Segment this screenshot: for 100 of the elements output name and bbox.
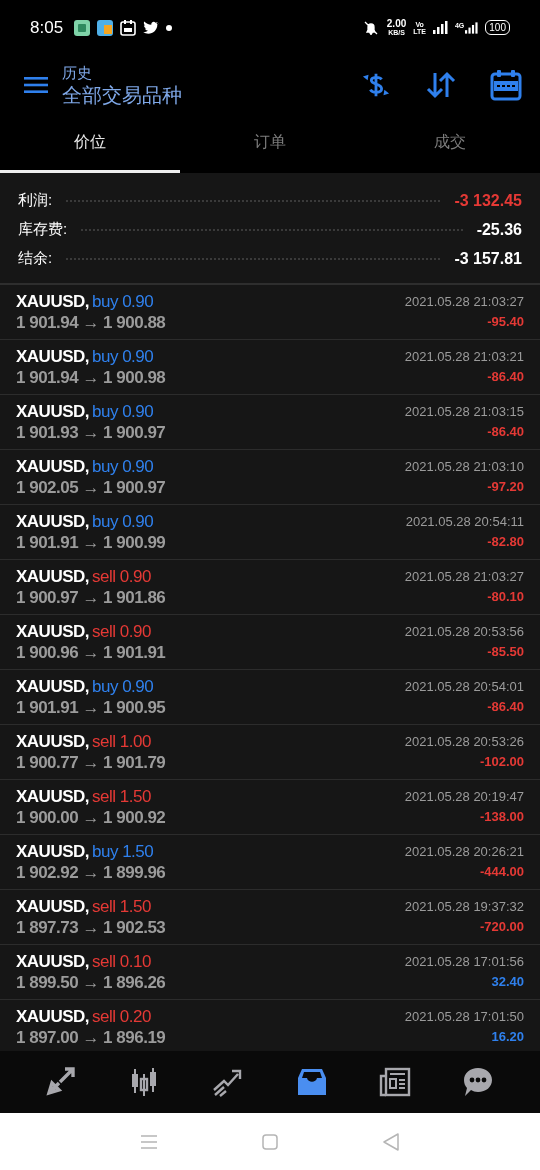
trade-profit: -86.40 (487, 368, 524, 386)
price-change: 1 900.97 → 1 901.86 (16, 587, 166, 608)
trade-row[interactable]: XAUUSD, sell 0.90 1 900.97 → 1 901.86 2021.05.28 21:03:27 -80.10 (0, 560, 540, 615)
inbox-icon[interactable] (295, 1066, 328, 1098)
price-change: 1 897.73 → 1 902.53 (16, 917, 166, 938)
trade-side: sell 0.90 (92, 621, 151, 642)
symbol-label: XAUUSD, (16, 951, 89, 972)
symbol-label: XAUUSD, (16, 731, 89, 752)
trade-profit: -85.50 (487, 643, 524, 661)
arrows-icon[interactable] (45, 1066, 78, 1098)
price-change: 1 900.77 → 1 901.79 (16, 752, 166, 773)
trade-side: buy 0.90 (92, 346, 154, 367)
trade-side: sell 0.90 (92, 566, 151, 587)
trade-row[interactable]: XAUUSD, buy 0.90 1 902.05 → 1 900.97 2021.05.28 21:03:10 -97.20 (0, 450, 540, 505)
tab[interactable]: 成交 (360, 115, 540, 173)
symbol-label: XAUUSD, (16, 896, 89, 917)
trade-profit: -138.00 (479, 808, 524, 826)
trade-side: buy 0.90 (92, 291, 154, 312)
battery-level: 100 (485, 20, 510, 35)
trade-profit: -102.00 (479, 753, 524, 771)
price-change: 1 901.91 → 1 900.99 (16, 532, 166, 553)
trade-time: 2021.05.28 19:37:32 (404, 898, 524, 916)
symbol-label: XAUUSD, (16, 786, 89, 807)
network-speed: 2.00 (386, 19, 407, 29)
trade-profit: -86.40 (487, 423, 524, 441)
trade-profit: -444.00 (479, 863, 524, 881)
chat-bubble-icon[interactable] (462, 1066, 495, 1098)
app-icon (74, 19, 91, 36)
symbol-label: XAUUSD, (16, 566, 89, 587)
summary-label: 结余: (18, 249, 53, 268)
trade-time: 2021.05.28 20:19:47 (404, 788, 524, 806)
price-change: 1 899.50 → 1 896.26 (16, 972, 166, 993)
header-title[interactable]: 全部交易品种 (62, 81, 360, 108)
price-change: 1 897.00 → 1 896.19 (16, 1027, 166, 1048)
trade-row[interactable]: XAUUSD, sell 1.50 1 900.00 → 1 900.92 2021.05.28 20:19:47 -138.00 (0, 780, 540, 835)
trade-time: 2021.05.28 21:03:10 (404, 458, 524, 476)
trade-side: buy 1.50 (92, 841, 154, 862)
trade-row[interactable]: XAUUSD, buy 0.90 1 901.94 → 1 900.98 2021.05.28 21:03:21 -86.40 (0, 340, 540, 395)
trade-side: buy 0.90 (92, 511, 154, 532)
summary-value: -3 157.81 (454, 249, 522, 268)
symbol-label: XAUUSD, (16, 401, 89, 422)
symbol-label: XAUUSD, (16, 676, 89, 697)
app-icon (97, 19, 114, 36)
trade-profit: -86.40 (487, 698, 524, 716)
trade-time: 2021.05.28 17:01:50 (404, 1008, 524, 1026)
trade-profit: -97.20 (487, 478, 524, 496)
price-change: 1 901.91 → 1 900.95 (16, 697, 166, 718)
trade-profit: -82.80 (487, 533, 524, 551)
trade-time: 2021.05.28 21:03:21 (404, 348, 524, 366)
trade-side: sell 1.50 (92, 896, 151, 917)
trade-side: sell 0.10 (92, 951, 151, 972)
trade-time: 2021.05.28 20:54:01 (404, 678, 524, 696)
summary-value: -3 132.45 (454, 191, 522, 210)
bird-icon (143, 20, 160, 35)
price-change: 1 902.05 → 1 900.97 (16, 477, 166, 498)
trade-profit: -95.40 (487, 313, 524, 331)
trade-row[interactable]: XAUUSD, buy 0.90 1 901.93 → 1 900.97 2021.05.28 21:03:15 -86.40 (0, 395, 540, 450)
symbol-label: XAUUSD, (16, 456, 89, 477)
trade-time: 2021.05.28 20:53:56 (404, 623, 524, 641)
trade-time: 2021.05.28 20:26:21 (404, 843, 524, 861)
menu-icon[interactable] (24, 76, 48, 94)
summary-label: 库存费: (18, 220, 68, 239)
summary-label: 利润: (18, 191, 53, 210)
summary-value: -25.36 (476, 220, 522, 239)
trade-side: sell 1.00 (92, 731, 151, 752)
trade-profit: 32.40 (491, 973, 524, 991)
trade-time: 2021.05.28 21:03:27 (404, 293, 524, 311)
symbol-label: XAUUSD, (16, 291, 89, 312)
calendar-icon[interactable] (490, 69, 522, 101)
trade-side: sell 0.20 (92, 1006, 151, 1027)
symbol-label: XAUUSD, (16, 346, 89, 367)
trade-row[interactable]: XAUUSD, sell 0.90 1 900.96 → 1 901.91 2021.05.28 20:53:56 -85.50 (0, 615, 540, 670)
trade-time: 2021.05.28 21:03:27 (404, 568, 524, 586)
clock-time: 8:05 (30, 17, 64, 38)
tab[interactable]: 订单 (180, 115, 360, 173)
price-change: 1 901.94 → 1 900.98 (16, 367, 166, 388)
symbol-label: XAUUSD, (16, 511, 89, 532)
sort-arrows-icon[interactable] (426, 71, 456, 99)
trade-time: 2021.05.28 17:01:56 (404, 953, 524, 971)
trade-side: buy 0.90 (92, 401, 154, 422)
trade-row[interactable]: XAUUSD, buy 0.90 1 901.91 → 1 900.95 2021.05.28 20:54:01 -86.40 (0, 670, 540, 725)
trade-row[interactable]: XAUUSD, buy 0.90 1 901.91 → 1 900.99 2021.05.28 20:54:11 -82.80 (0, 505, 540, 560)
trade-time: 2021.05.28 20:53:26 (404, 733, 524, 751)
symbol-label: XAUUSD, (16, 841, 89, 862)
trade-row[interactable]: XAUUSD, buy 0.90 1 901.94 → 1 900.88 2021.05.28 21:03:27 -95.40 (0, 285, 540, 340)
price-change: 1 901.93 → 1 900.97 (16, 422, 166, 443)
price-change: 1 901.94 → 1 900.88 (16, 312, 166, 333)
trade-profit: -720.00 (479, 918, 524, 936)
signal-icon (432, 21, 448, 34)
calendar-icon (120, 19, 137, 36)
trade-row[interactable]: XAUUSD, sell 0.10 1 899.50 → 1 896.26 2021.05.28 17:01:56 32.40 (0, 945, 540, 1000)
trade-row[interactable]: XAUUSD, sell 1.50 1 897.73 → 1 902.53 2021.05.28 19:37:32 -720.00 (0, 890, 540, 945)
price-change: 1 902.92 → 1 899.96 (16, 862, 166, 883)
newspaper-icon[interactable] (378, 1066, 411, 1098)
trade-row[interactable]: XAUUSD, buy 1.50 1 902.92 → 1 899.96 2021.05.28 20:26:21 -444.00 (0, 835, 540, 890)
trade-row[interactable]: XAUUSD, sell 1.00 1 900.77 → 1 901.79 2021.05.28 20:53:26 -102.00 (0, 725, 540, 780)
signal-icon (465, 21, 479, 34)
trade-time: 2021.05.28 20:54:11 (405, 513, 524, 531)
dollar-exchange-icon[interactable] (360, 71, 392, 99)
trade-profit: 16.20 (491, 1028, 524, 1046)
